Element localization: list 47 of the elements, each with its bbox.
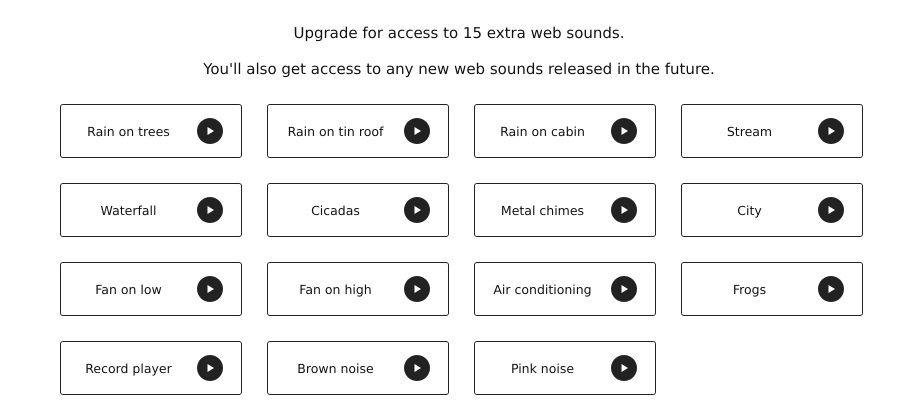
sound-label: Waterfall — [100, 202, 158, 218]
sound-card[interactable]: City — [680, 183, 862, 237]
sound-card[interactable]: Rain on cabin — [474, 104, 656, 158]
play-icon[interactable] — [404, 197, 430, 223]
sound-label: Rain on trees — [86, 124, 171, 138]
sound-card[interactable]: Record player — [60, 341, 242, 395]
play-icon[interactable] — [818, 276, 844, 302]
sound-card[interactable]: Waterfall — [60, 183, 242, 237]
sound-label: Air conditioning — [492, 282, 593, 296]
sound-card[interactable]: Metal chimes — [474, 183, 656, 237]
sound-card[interactable]: Frogs — [680, 262, 862, 316]
play-icon[interactable] — [818, 118, 844, 144]
play-icon[interactable] — [818, 197, 844, 223]
play-icon[interactable] — [610, 355, 636, 381]
sound-label: Record player — [84, 360, 173, 376]
sound-label: Pink noise — [510, 360, 576, 376]
sound-card[interactable]: Fan on high — [266, 262, 448, 316]
sound-card[interactable]: Pink noise — [474, 341, 656, 395]
play-icon[interactable] — [404, 276, 430, 302]
play-icon[interactable] — [196, 276, 222, 302]
play-icon[interactable] — [196, 355, 222, 381]
play-icon[interactable] — [196, 118, 222, 144]
sound-label: Metal chimes — [500, 202, 586, 218]
sound-card[interactable]: Cicadas — [266, 183, 448, 237]
sound-label: City — [736, 202, 763, 218]
sound-label: Rain on tin roof — [286, 124, 385, 138]
play-icon[interactable] — [404, 355, 430, 381]
sound-card[interactable]: Air conditioning — [474, 262, 656, 316]
sound-label: Frogs — [732, 282, 768, 296]
sound-card[interactable]: Rain on trees — [60, 104, 242, 158]
sound-label: Fan on low — [94, 282, 163, 296]
sound-card[interactable]: Rain on tin roof — [266, 104, 448, 158]
play-icon[interactable] — [404, 118, 430, 144]
play-icon[interactable] — [610, 118, 636, 144]
sound-label: Brown noise — [296, 360, 375, 376]
sound-label: Cicadas — [310, 202, 361, 218]
play-icon[interactable] — [196, 197, 222, 223]
subline: You'll also get access to any new web sounds released in the future. — [203, 60, 715, 78]
sound-label: Fan on high — [298, 282, 373, 296]
sound-label: Stream — [726, 124, 774, 138]
headline: Upgrade for access to 15 extra web sounds. — [293, 24, 625, 42]
sound-label: Rain on cabin — [499, 124, 586, 138]
sound-card[interactable]: Stream — [680, 104, 862, 158]
sound-card[interactable]: Brown noise — [266, 341, 448, 395]
play-icon[interactable] — [610, 197, 636, 223]
play-icon[interactable] — [610, 276, 636, 302]
sound-card[interactable]: Fan on low — [60, 262, 242, 316]
